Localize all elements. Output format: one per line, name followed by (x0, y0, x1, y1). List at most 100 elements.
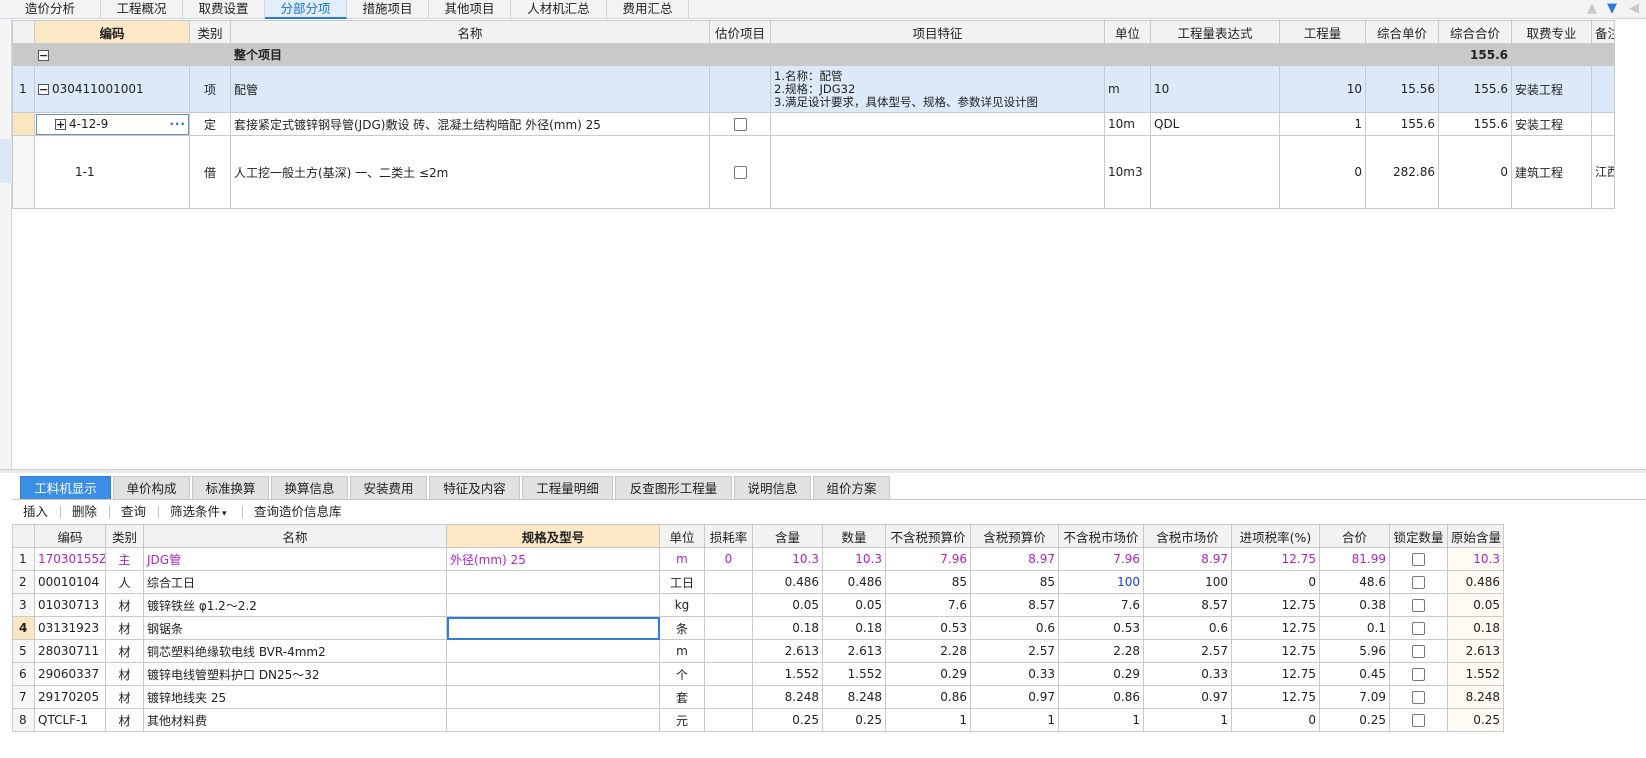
quantity-cell[interactable]: 0.486 (822, 570, 886, 594)
lock-quantity-checkbox[interactable] (1412, 691, 1425, 704)
col-features[interactable]: 项目特征 (770, 20, 1105, 44)
content-cell[interactable]: 1.552 (752, 662, 823, 686)
left-collapse-strip[interactable] (0, 19, 12, 469)
pre-tax-market-cell[interactable]: 100 (1058, 570, 1144, 594)
tax-budget-cell[interactable]: 0.33 (970, 662, 1059, 686)
tab-labor-material-display[interactable]: 工料机显示 (20, 476, 111, 500)
group-toggle-cell[interactable]: − (34, 43, 190, 66)
table-row[interactable]: 8 QTCLF-1 材其他材料费元 0.25 0.25 1 1 1 1 0 0.25 0.25 (12, 708, 1504, 732)
estimate-checkbox-cell[interactable] (709, 112, 771, 136)
pre-tax-budget-cell[interactable]: 1 (885, 708, 971, 732)
name-cell[interactable]: 钢锯条 (143, 616, 447, 640)
tab-standard-conversion[interactable]: 标准换算 (192, 476, 269, 500)
col-total-price[interactable]: 综合合价 (1438, 20, 1512, 44)
query-price-library-button[interactable]: 查询造价信息库 (254, 503, 342, 521)
tab-measures[interactable]: 措施项目 (347, 0, 429, 19)
quantity-cell[interactable]: 2.613 (822, 639, 886, 663)
content-cell[interactable]: 0.05 (752, 593, 823, 617)
tab-pricing-plan[interactable]: 组价方案 (813, 476, 890, 500)
col-tax-market[interactable]: 含税市场价 (1143, 524, 1232, 548)
specialty-cell[interactable]: 安装工程 (1511, 65, 1592, 113)
pane-splitter[interactable] (0, 469, 1646, 473)
spec-cell[interactable] (446, 662, 660, 686)
lock-quantity-cell[interactable] (1389, 616, 1448, 640)
tab-conversion-info[interactable]: 换算信息 (271, 476, 348, 500)
tax-market-cell[interactable]: 0.97 (1143, 685, 1232, 709)
lock-quantity-checkbox[interactable] (1412, 668, 1425, 681)
arrow-down-icon[interactable]: ▼ (1604, 1, 1620, 17)
input-tax-rate-cell[interactable]: 12.75 (1231, 662, 1320, 686)
unit-cell[interactable]: 10m3 (1104, 135, 1151, 209)
type-cell[interactable]: 借 (189, 135, 231, 209)
tax-market-cell[interactable]: 8.57 (1143, 593, 1232, 617)
spec-cell[interactable] (446, 593, 660, 617)
input-tax-rate-cell[interactable]: 12.75 (1231, 547, 1320, 571)
lock-quantity-cell[interactable] (1389, 570, 1448, 594)
tax-budget-cell[interactable]: 0.97 (970, 685, 1059, 709)
unit-cell[interactable]: m (659, 547, 705, 571)
loss-rate-cell[interactable] (704, 708, 753, 732)
unit-cell[interactable]: 工日 (659, 570, 705, 594)
specialty-cell[interactable]: 建筑工程 (1511, 135, 1592, 209)
estimate-checkbox-cell[interactable] (709, 135, 771, 209)
col-total[interactable]: 合价 (1319, 524, 1390, 548)
content-cell[interactable]: 0.25 (752, 708, 823, 732)
expand-icon[interactable]: + (55, 119, 66, 130)
content-cell[interactable]: 10.3 (752, 547, 823, 571)
unit-cell[interactable]: 套 (659, 685, 705, 709)
name-cell[interactable]: 铜芯塑料绝缘软电线 BVR-4mm2 (143, 639, 447, 663)
col-quantity[interactable]: 数量 (822, 524, 886, 548)
type-cell[interactable]: 材 (105, 616, 144, 640)
col-tax-budget[interactable]: 含税预算价 (970, 524, 1059, 548)
tab-graphic-quantity-lookup[interactable]: 反查图形工程量 (615, 476, 732, 500)
name-cell[interactable]: 镀锌地线夹 25 (143, 685, 447, 709)
loss-rate-cell[interactable] (704, 685, 753, 709)
pre-tax-market-cell[interactable]: 7.96 (1058, 547, 1144, 571)
loss-rate-cell[interactable]: 0 (704, 547, 753, 571)
col-name[interactable]: 名称 (143, 524, 447, 548)
pre-tax-budget-cell[interactable]: 0.53 (885, 616, 971, 640)
pre-tax-market-cell[interactable]: 1 (1058, 708, 1144, 732)
col-original-content[interactable]: 原始含量 (1447, 524, 1504, 548)
content-cell[interactable]: 8.248 (752, 685, 823, 709)
code-cell[interactable]: 28030711 (34, 639, 106, 663)
lock-quantity-checkbox[interactable] (1412, 553, 1425, 566)
delete-button[interactable]: 删除 (72, 503, 97, 521)
tax-budget-cell[interactable]: 8.57 (970, 593, 1059, 617)
unit-cell[interactable]: m (659, 639, 705, 663)
table-row[interactable]: 2 00010104 人综合工日 工日 0.486 0.486 85 85 100 100 0 48.… (12, 570, 1504, 594)
table-row[interactable]: 1-1 借 人工挖一般土方(基深) 一、二类土 ≤2m 10m3 0 282.8… (12, 135, 1615, 209)
table-row[interactable]: 117030155Z@6主JDG管外径(mm) 25m010.310.37.96… (12, 547, 1504, 571)
unit-cell[interactable]: m (1104, 65, 1151, 113)
col-loss-rate[interactable]: 损耗率 (704, 524, 753, 548)
type-cell[interactable]: 材 (105, 593, 144, 617)
code-cell[interactable]: 29170205 (34, 685, 106, 709)
table-row[interactable]: 1 −030411001001 项 配管 1.名称：配管 2.规格：JDG32 … (12, 65, 1615, 113)
lock-quantity-cell[interactable] (1389, 547, 1448, 571)
input-tax-rate-cell[interactable]: 12.75 (1231, 616, 1320, 640)
features-cell[interactable] (770, 112, 1105, 136)
content-cell[interactable]: 2.613 (752, 639, 823, 663)
col-notes[interactable]: 备注 (1591, 20, 1615, 44)
unit-cell[interactable]: 个 (659, 662, 705, 686)
loss-rate-cell[interactable] (704, 570, 753, 594)
estimate-cell[interactable] (709, 65, 771, 113)
code-cell[interactable]: QTCLF-1 (34, 708, 106, 732)
code-cell[interactable]: 29060337 (34, 662, 106, 686)
specialty-cell[interactable]: 安装工程 (1511, 112, 1592, 136)
notes-cell[interactable] (1591, 112, 1615, 136)
tab-fee-settings[interactable]: 取费设置 (183, 0, 265, 19)
tab-unit-price-composition[interactable]: 单价构成 (113, 476, 190, 500)
col-code[interactable]: 编码 (34, 20, 190, 44)
input-tax-rate-cell[interactable]: 0 (1231, 708, 1320, 732)
spec-cell[interactable]: 外径(mm) 25 (446, 547, 660, 571)
tax-budget-cell[interactable]: 85 (970, 570, 1059, 594)
pre-tax-market-cell[interactable]: 7.6 (1058, 593, 1144, 617)
code-cell[interactable]: 00010104 (34, 570, 106, 594)
col-unit[interactable]: 单位 (659, 524, 705, 548)
tab-quantity-details[interactable]: 工程量明细 (522, 476, 613, 500)
loss-rate-cell[interactable] (704, 616, 753, 640)
table-row[interactable]: 5 28030711 材铜芯塑料绝缘软电线 BVR-4mm2 m 2.613 2.613 2… (12, 639, 1504, 663)
tax-market-cell[interactable]: 2.57 (1143, 639, 1232, 663)
code-cell[interactable]: +4-12-9 ··· (34, 112, 190, 136)
